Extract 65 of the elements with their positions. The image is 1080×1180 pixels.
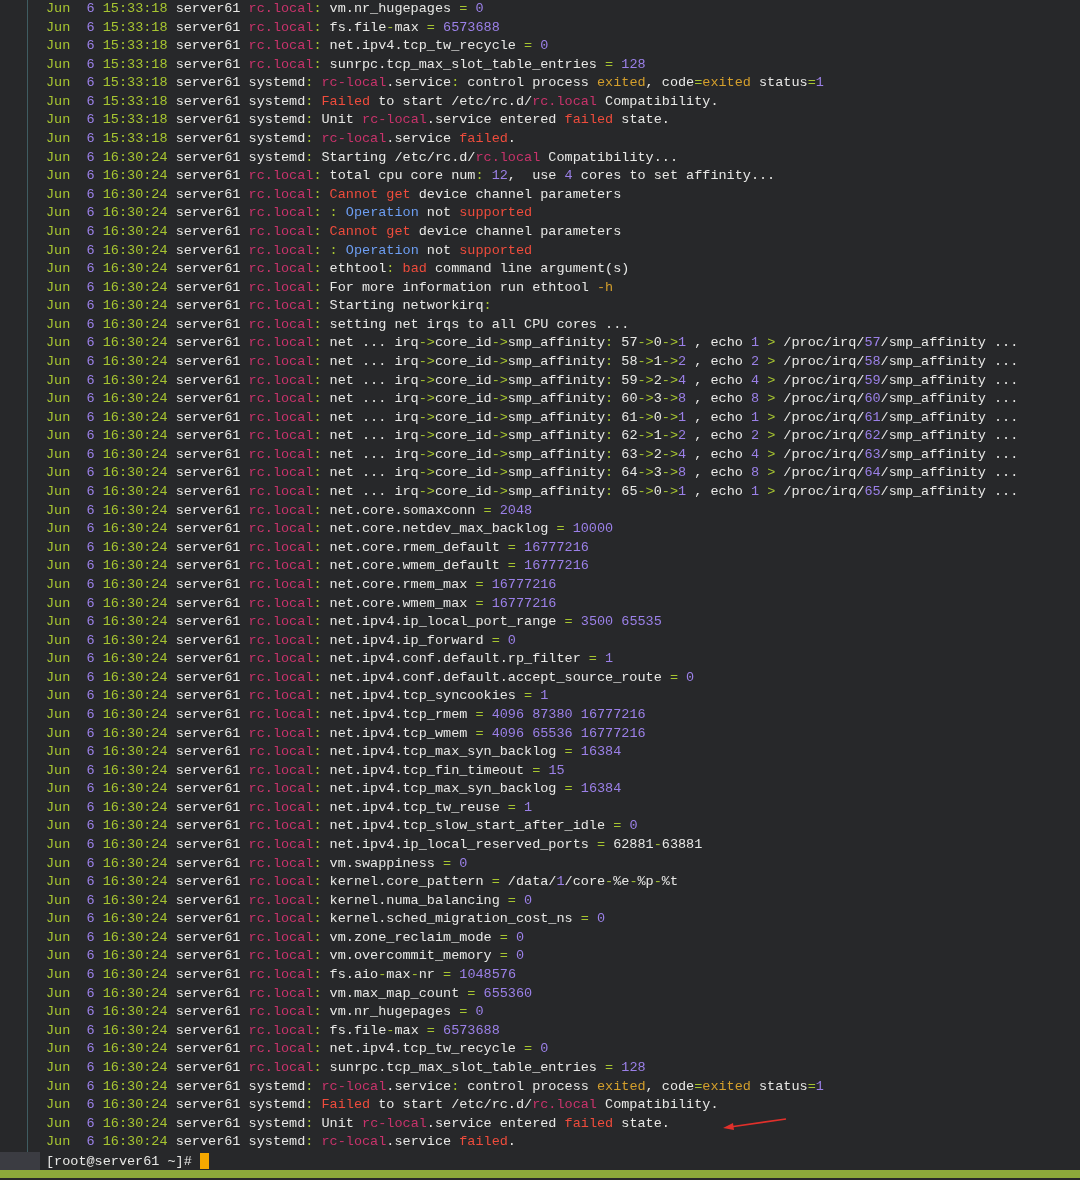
log-line: Jun 6 15:33:18 server61 rc.local: net.ipv4.tcp_tw_recycle = 0 xyxy=(46,37,549,56)
log-line: Jun 6 16:30:24 server61 rc.local: net.ipv4.tcp_fin_timeout = 15 xyxy=(46,761,565,780)
log-line: Jun 6 15:33:18 server61 systemd: rc-local.service: control process exited, code=exited status=1 xyxy=(46,74,824,93)
log-line: Jun 6 16:30:24 server61 rc.local: net ... irq->core_id->smp_affinity: 63->2->4 , echo 4 > /proc/irq/63/smp_affinity ... xyxy=(46,445,1019,464)
log-line: Jun 6 15:33:18 server61 systemd: Failed to start /etc/rc.d/rc.local Compatibility. xyxy=(46,92,719,111)
log-line: Jun 6 16:30:24 server61 rc.local: net ... irq->core_id->smp_affinity: 62->1->2 , echo 2 > /proc/irq/62/smp_affinity ... xyxy=(46,427,1019,446)
log-line: Jun 6 16:30:24 server61 rc.local: net ... irq->core_id->smp_affinity: 58->1->2 , echo 2 > /proc/irq/58/smp_affinity ... xyxy=(46,353,1019,371)
shell-prompt: [root@server61 ~]# xyxy=(46,1153,192,1169)
log-line: Jun 6 16:30:24 server61 rc.local: kernel.numa_balancing = 0 xyxy=(46,891,533,910)
log-line: Jun 6 16:30:24 server61 rc.local: net.ipv4.ip_local_port_range = 3500 65535 xyxy=(46,613,662,632)
log-line: Jun 6 16:30:24 server61 rc.local: Cannot get device channel parameters xyxy=(46,222,622,241)
log-line: Jun 6 16:30:24 server61 rc.local: setting net irqs to all CPU cores ... xyxy=(46,315,630,334)
log-line: Jun 6 16:30:24 server61 rc.local: sunrpc.tcp_max_slot_table_entries = 128 xyxy=(46,1058,646,1077)
log-line: Jun 6 16:30:24 server61 rc.local: net.core.rmem_max = 16777216 xyxy=(46,575,557,594)
log-line: Jun 6 16:30:24 server61 systemd: rc-local.service: control process exited, code=exited status=1 xyxy=(46,1077,824,1096)
log-line: Jun 6 16:30:24 server61 rc.local: : Operation not supported xyxy=(46,204,533,223)
log-line: Jun 6 16:30:24 server61 rc.local: net.ipv4.tcp_syncookies = 1 xyxy=(46,687,549,706)
log-line: Jun 6 16:30:24 server61 rc.local: For more information run ethtool -h xyxy=(46,278,614,297)
log-line: Jun 6 16:30:24 server61 rc.local: total cpu core num: 12, use 4 cores to set affinity... xyxy=(46,167,776,186)
log-line: Jun 6 15:33:18 server61 rc.local: sunrpc.tcp_max_slot_table_entries = 128 xyxy=(46,55,646,74)
log-line: Jun 6 16:30:24 server61 rc.local: net.ipv4.tcp_tw_reuse = 1 xyxy=(46,798,533,817)
log-line: Jun 6 16:30:24 server61 systemd: Starting /etc/rc.d/rc.local Compatibility... xyxy=(46,148,678,167)
log-line: Jun 6 15:33:18 server61 rc.local: fs.file-max = 6573688 xyxy=(46,18,500,37)
log-line: Jun 6 16:30:24 server61 rc.local: net.core.rmem_default = 16777216 xyxy=(46,538,589,557)
log-line: Jun 6 16:30:24 server61 rc.local: vm.max_map_count = 655360 xyxy=(46,984,533,1003)
log-line: Jun 6 16:30:24 server61 rc.local: net ... irq->core_id->smp_affinity: 61->0->1 , echo 1 > /proc/irq/61/smp_affinity ... xyxy=(46,408,1019,427)
log-line: Jun 6 16:30:24 server61 rc.local: fs.aio-max-nr = 1048576 xyxy=(46,966,516,985)
log-line: Jun 6 16:30:24 server61 rc.local: Starting networkirq: xyxy=(46,297,492,316)
log-line: Jun 6 16:30:24 server61 rc.local: net.ipv4.tcp_slow_start_after_idle = 0 xyxy=(46,817,638,836)
log-line: Jun 6 16:30:24 server61 rc.local: net ... irq->core_id->smp_affinity: 64->3->8 , echo 8 > /proc/irq/64/smp_affinity ... xyxy=(46,464,1019,483)
log-line: Jun 6 16:30:24 server61 rc.local: net ... irq->core_id->smp_affinity: 65->0->1 , echo 1 > /proc/irq/65/smp_affinity ... xyxy=(46,483,1019,502)
log-line: Jun 6 16:30:24 server61 rc.local: net.core.netdev_max_backlog = 10000 xyxy=(46,520,614,539)
log-line: Jun 6 16:30:24 server61 rc.local: net ... irq->core_id->smp_affinity: 57->0->1 , echo 1 > /proc/irq/57/smp_affinity ... xyxy=(46,334,1019,353)
log-line: Jun 6 16:30:24 server61 systemd: Failed to start /etc/rc.d/rc.local Compatibility. xyxy=(46,1096,719,1115)
log-line: Jun 6 16:30:24 server61 rc.local: vm.zone_reclaim_mode = 0 xyxy=(46,928,525,947)
log-line: Jun 6 15:33:18 server61 systemd: rc-local.service failed. xyxy=(46,130,516,149)
log-line: Jun 6 16:30:24 server61 rc.local: vm.nr_hugepages = 0 xyxy=(46,1003,484,1022)
log-line: Jun 6 16:30:24 server61 rc.local: net.ipv4.conf.default.accept_source_route = 0 xyxy=(46,668,695,687)
log-line: Jun 6 16:30:24 server61 rc.local: net.ipv4.ip_forward = 0 xyxy=(46,631,516,650)
log-line: Jun 6 16:30:24 server61 rc.local: : Operation not supported xyxy=(46,241,533,260)
gutter-highlight xyxy=(0,1151,40,1171)
log-line: Jun 6 16:30:24 server61 rc.local: vm.swappiness = 0 xyxy=(46,854,468,873)
log-line: Jun 6 16:30:24 server61 rc.local: net.ipv4.conf.default.rp_filter = 1 xyxy=(46,650,614,669)
log-line: Jun 6 16:30:24 server61 rc.local: ethtool: bad command line argument(s) xyxy=(46,260,630,279)
log-line: Jun 6 16:30:24 server61 rc.local: net.ipv4.tcp_max_syn_backlog = 16384 xyxy=(46,780,622,799)
log-line: Jun 6 16:30:24 server61 rc.local: kernel.core_pattern = /data/1/core-%e-%p-%t xyxy=(46,873,679,892)
log-line: Jun 6 16:30:24 server61 systemd: Unit rc-local.service entered failed state. xyxy=(46,1114,670,1133)
log-line: Jun 6 16:30:24 server61 rc.local: net.ipv4.ip_local_reserved_ports = 62881-63881 xyxy=(46,836,703,854)
log-line: Jun 6 16:30:24 server61 systemd: rc-local.service failed. xyxy=(46,1133,516,1152)
log-line: Jun 6 15:33:18 server61 rc.local: vm.nr_hugepages = 0 xyxy=(46,0,484,18)
log-line: Jun 6 16:30:24 server61 rc.local: net ... irq->core_id->smp_affinity: 60->3->8 , echo 8 > /proc/irq/60/smp_affinity ... xyxy=(46,390,1019,409)
log-line: Jun 6 16:30:24 server61 rc.local: net.core.wmem_max = 16777216 xyxy=(46,594,557,613)
text-cursor xyxy=(199,1153,209,1170)
log-line: Jun 6 16:30:24 server61 rc.local: fs.file-max = 6573688 xyxy=(46,1021,500,1040)
log-line: Jun 6 16:30:24 server61 rc.local: kernel.sched_migration_cost_ns = 0 xyxy=(46,910,606,929)
log-line: Jun 6 16:30:24 server61 rc.local: net.core.somaxconn = 2048 xyxy=(46,501,533,520)
log-line: Jun 6 16:30:24 server61 rc.local: net.ipv4.tcp_max_syn_backlog = 16384 xyxy=(46,743,622,762)
log-line: Jun 6 16:30:24 server61 rc.local: vm.overcommit_memory = 0 xyxy=(46,947,525,966)
log-line: Jun 6 16:30:24 server61 rc.local: net.ipv4.tcp_tw_recycle = 0 xyxy=(46,1040,549,1059)
log-line: Jun 6 16:30:24 server61 rc.local: net.core.wmem_default = 16777216 xyxy=(46,557,589,576)
log-line: Jun 6 16:30:24 server61 rc.local: net.ipv4.tcp_rmem = 4096 87380 16777216 xyxy=(46,705,646,724)
log-line: Jun 6 16:30:24 server61 rc.local: net.ipv4.tcp_wmem = 4096 65536 16777216 xyxy=(46,724,646,743)
log-line: Jun 6 15:33:18 server61 systemd: Unit rc-local.service entered failed state. xyxy=(46,111,670,130)
log-line: Jun 6 16:30:24 server61 rc.local: Cannot get device channel parameters xyxy=(46,185,622,204)
log-line: Jun 6 16:30:24 server61 rc.local: net ... irq->core_id->smp_affinity: 59->2->4 , echo 4 > /proc/irq/59/smp_affinity ... xyxy=(46,371,1019,390)
